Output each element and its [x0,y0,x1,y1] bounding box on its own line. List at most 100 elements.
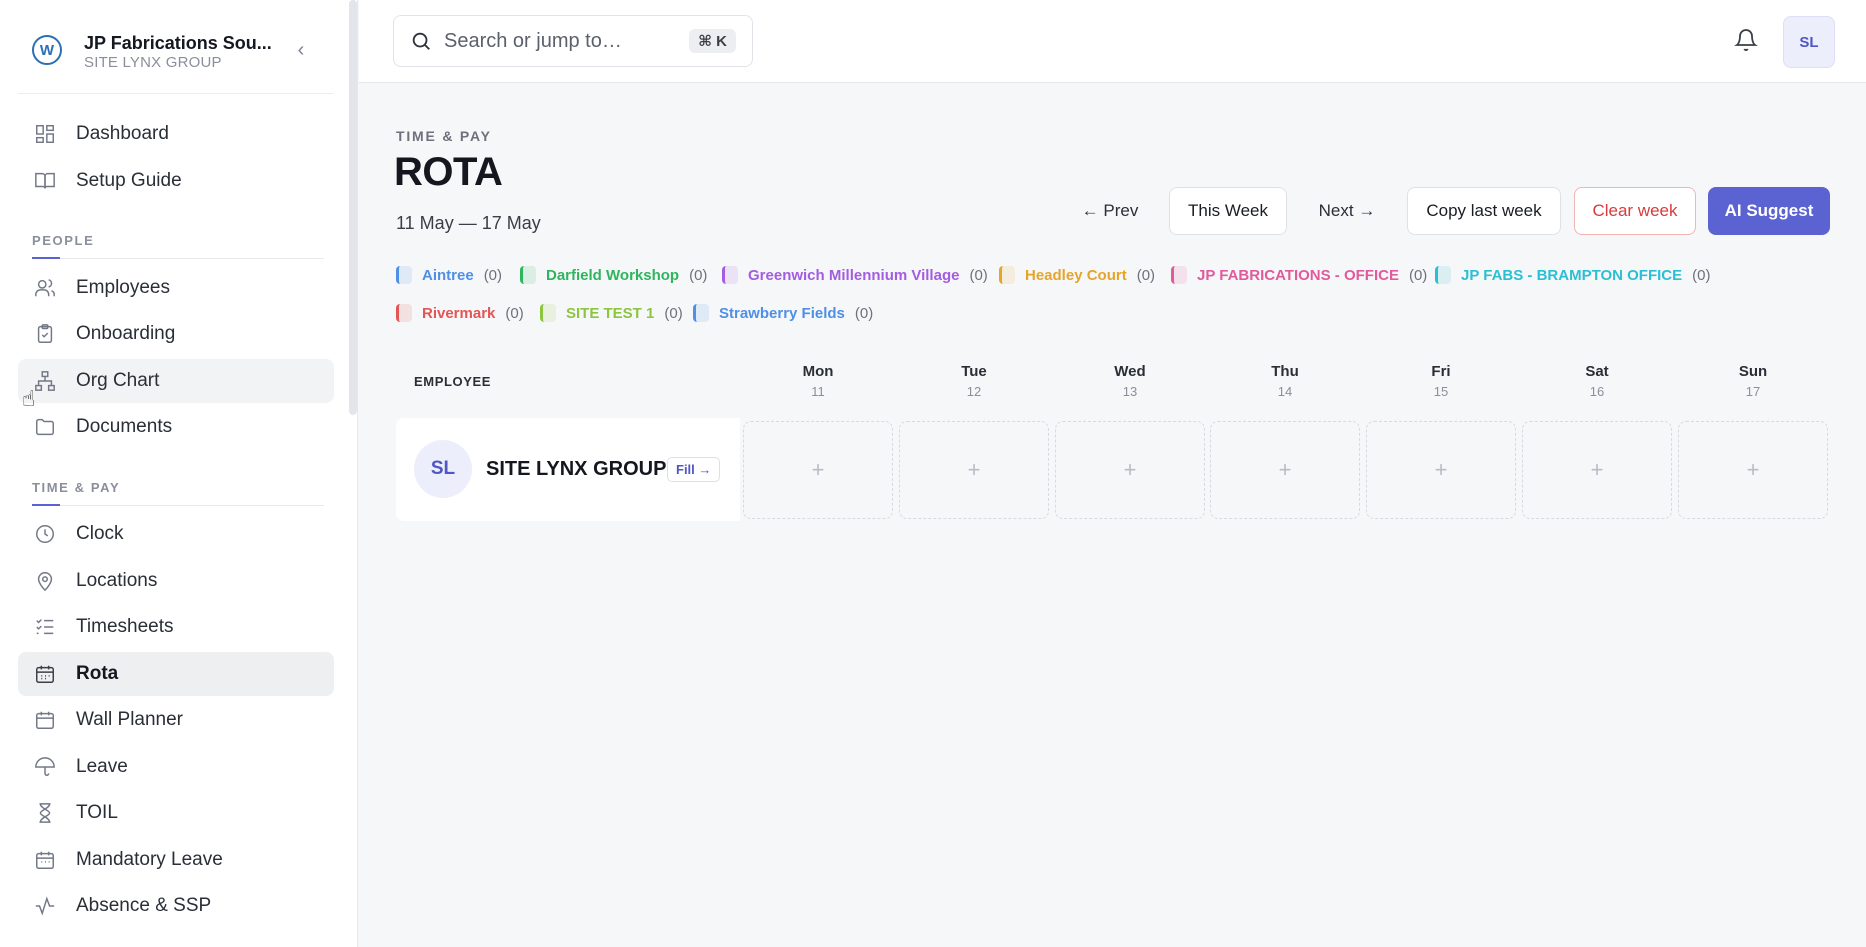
org-logo: W [32,35,62,65]
sidebar-scrollbar[interactable] [349,0,357,415]
nav-item-onboarding[interactable]: Onboarding [18,312,334,356]
day-name: Sun [1738,363,1768,380]
users-icon [32,275,58,301]
clear-week-button[interactable]: Clear week [1574,187,1696,235]
nav-label: TOIL [76,802,118,823]
day-date: 17 [1745,384,1761,399]
notifications-bell-icon[interactable] [1734,28,1760,54]
location-name: JP FABS - BRAMPTON OFFICE [1461,266,1683,284]
location-count: (0) [854,304,874,322]
nav-item-employees[interactable]: Employees [18,266,334,310]
checklist-icon [32,614,58,640]
nav-item-leave[interactable]: Leave [18,745,334,789]
prev-week-button[interactable]: ← Prev [1074,187,1146,235]
nav-label: Absence & SSP [76,895,212,916]
nav-item-wall-planner[interactable]: Wall Planner [18,698,334,742]
location-count: (0) [689,266,708,284]
copy-last-week-button[interactable]: Copy last week [1407,187,1561,235]
legend-item-location[interactable]: Rivermark (0) [396,301,524,325]
legend-item-location[interactable]: Greenwich Millennium Village (0) [722,263,988,287]
nav-label: Documents [76,416,173,437]
day-name: Wed [1114,363,1146,380]
add-shift-cell[interactable]: + [1678,421,1828,519]
location-count: (0) [505,304,524,322]
add-shift-cell[interactable]: + [1522,421,1672,519]
search-placeholder: Search or jump to… [444,29,622,52]
nav-item-mandatory-leave[interactable]: Mandatory Leave [18,838,334,882]
next-week-button[interactable]: Next → [1309,187,1385,235]
legend-item-location[interactable]: SITE TEST 1 (0) [540,301,683,325]
day-header: Sat 16 [1522,363,1672,399]
fill-row-button[interactable]: Fill → [667,457,721,482]
location-color-swatch [1435,266,1451,284]
location-name: Headley Court [1025,266,1127,284]
location-color-swatch [1171,266,1187,284]
nav-item-absence-ssp[interactable]: Absence & SSP [18,884,334,928]
calendar-icon [32,661,58,687]
day-header: Tue 12 [899,363,1049,399]
legend-item-location[interactable]: Darfield Workshop (0) [520,263,707,287]
nav-label: Wall Planner [76,709,184,730]
day-header: Fri 15 [1366,363,1516,399]
this-week-button[interactable]: This Week [1169,187,1287,235]
add-shift-cell[interactable]: + [743,421,893,519]
add-shift-cell[interactable]: + [899,421,1049,519]
clock-icon [32,521,58,547]
nav-item-timesheets[interactable]: Timesheets [18,605,334,649]
collapse-sidebar-icon[interactable]: ‹ [291,40,311,60]
location-name: Greenwich Millennium Village [748,266,960,284]
nav-item-org-chart[interactable]: Org Chart [18,359,334,403]
legend-item-location[interactable]: JP FABRICATIONS - OFFICE (0) [1171,263,1427,287]
folder-icon [32,414,58,440]
location-name: Darfield Workshop [546,266,680,284]
location-color-swatch [396,266,412,284]
day-header: Wed 13 [1055,363,1205,399]
legend-item-location[interactable]: JP FABS - BRAMPTON OFFICE (0) [1435,263,1710,287]
location-count: (0) [1408,266,1428,284]
nav-item-rota[interactable]: Rota [18,652,334,696]
location-color-swatch [722,266,738,284]
day-date: 11 [811,384,825,399]
nav-item-dashboard[interactable]: Dashboard [18,112,334,156]
day-name: Mon [802,363,834,380]
day-name: Tue [961,363,987,380]
location-color-swatch [520,266,536,284]
nav-item-clock[interactable]: Clock [18,512,334,556]
day-name: Thu [1271,363,1299,380]
org-subtitle: SITE LYNX GROUP [84,54,222,71]
nav-item-documents[interactable]: Documents [18,405,334,449]
user-avatar-button[interactable]: SL [1783,16,1835,68]
nav-label: Org Chart [76,370,160,391]
add-shift-cell[interactable]: + [1366,421,1516,519]
nav-label: Clock [76,523,124,544]
day-header: Sun 17 [1678,363,1828,399]
day-date: 16 [1589,384,1605,399]
add-shift-cell[interactable]: + [1210,421,1360,519]
book-icon [32,168,58,194]
day-header: Thu 14 [1210,363,1360,399]
nav-label: Rota [76,663,119,684]
location-name: Aintree [422,266,474,284]
day-date: 13 [1122,384,1138,399]
nav-item-toil[interactable]: TOIL [18,791,334,835]
employee-column-header: EMPLOYEE [414,374,492,389]
sidebar: W JP Fabrications Sou... SITE LYNX GROUP… [0,0,358,947]
location-name: Rivermark [422,304,496,322]
org-switcher[interactable]: W JP Fabrications Sou... SITE LYNX GROUP… [18,20,333,94]
search-input[interactable]: Search or jump to… ⌘ K [393,15,753,67]
legend-item-location[interactable]: Headley Court (0) [999,263,1155,287]
location-color-swatch [999,266,1015,284]
legend-item-location[interactable]: Strawberry Fields (0) [693,301,873,325]
add-shift-cell[interactable]: + [1055,421,1205,519]
map-pin-icon [32,568,58,594]
legend-item-location[interactable]: Aintree (0) [396,263,502,287]
org-chart-icon [32,368,58,394]
section-divider [32,504,324,506]
nav-item-locations[interactable]: Locations [18,559,334,603]
nav-label: Mandatory Leave [76,849,223,870]
nav-label: Employees [76,277,170,298]
nav-item-setup-guide[interactable]: Setup Guide [18,159,334,203]
ai-suggest-button[interactable]: AI Suggest [1708,187,1830,235]
location-name: Strawberry Fields [719,304,845,322]
nav-label: Timesheets [76,616,174,637]
